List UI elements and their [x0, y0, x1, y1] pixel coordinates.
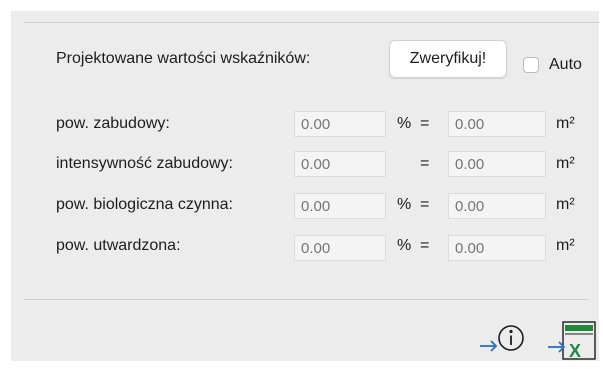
equals-sign: = [420, 237, 430, 254]
row-label-pow-biologiczna-czynna: pow. biologiczna czynna: [56, 196, 233, 213]
pow-biologiczna-area-input[interactable] [448, 193, 546, 219]
auto-checkbox[interactable] [523, 57, 539, 73]
row-label-pow-zabudowy: pow. zabudowy: [56, 115, 170, 132]
top-divider [24, 22, 599, 23]
row-label-intensywnosc-zabudowy: intensywność zabudowy: [56, 155, 233, 172]
unit-m2: m² [556, 196, 575, 213]
pow-biologiczna-value-input[interactable] [294, 193, 386, 219]
row-label-pow-utwardzona: pow. utwardzona: [56, 237, 181, 254]
unit-m2: m² [556, 237, 575, 254]
equals-sign: = [420, 155, 430, 172]
info-button[interactable] [478, 320, 524, 360]
arrow-excel-export-icon: X [548, 321, 596, 361]
intensywnosc-value-input[interactable] [294, 151, 386, 177]
export-excel-button[interactable]: X [547, 320, 597, 362]
percent-sign: % [397, 115, 412, 132]
percent-sign: % [397, 196, 412, 213]
excel-letter: X [569, 341, 581, 361]
equals-sign: = [420, 196, 430, 213]
auto-checkbox-label: Auto [549, 56, 582, 73]
arrow-info-icon [480, 325, 524, 352]
unit-m2: m² [556, 115, 575, 132]
verify-button[interactable]: Zweryfikuj! [389, 40, 507, 78]
pow-utwardzona-value-input[interactable] [294, 235, 386, 261]
percent-sign: % [397, 237, 412, 254]
pow-zabudowy-area-input[interactable] [448, 111, 546, 137]
pow-utwardzona-area-input[interactable] [448, 235, 546, 261]
section-heading: Projektowane wartości wskaźników: [56, 50, 311, 67]
equals-sign: = [420, 115, 430, 132]
unit-m2: m² [556, 155, 575, 172]
intensywnosc-area-input[interactable] [448, 151, 546, 177]
pow-zabudowy-value-input[interactable] [294, 111, 386, 137]
bottom-divider [24, 299, 588, 300]
